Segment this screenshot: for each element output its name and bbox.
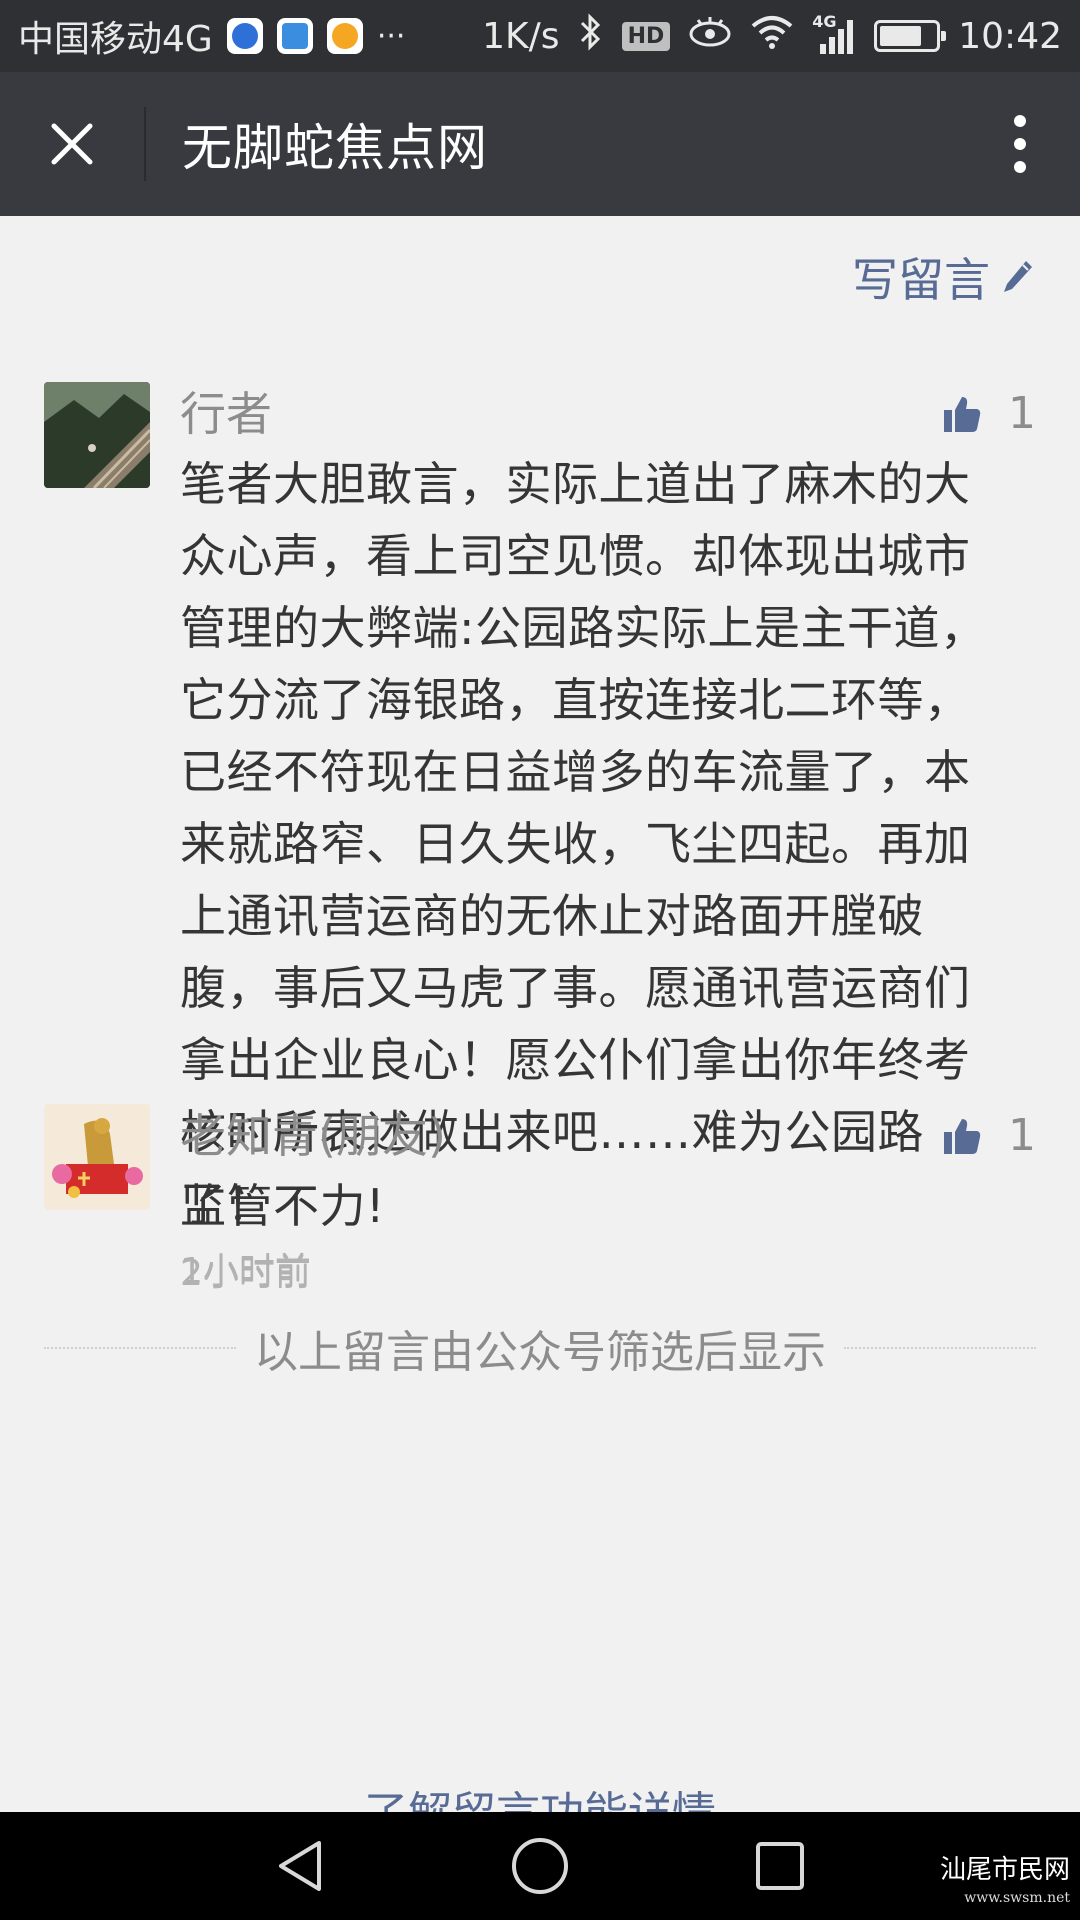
calendar-app-icon xyxy=(276,18,313,54)
bluetooth-icon xyxy=(578,12,604,61)
status-bar: 中国移动4G ··· 1K/s HD 4G 10:42 xyxy=(0,0,1080,72)
hd-badge: HD xyxy=(621,21,671,51)
write-comment-button[interactable]: 写留言 xyxy=(852,244,1036,310)
pencil-icon xyxy=(1004,261,1032,292)
eye-icon xyxy=(688,14,732,59)
like-button[interactable]: 1 xyxy=(942,388,1036,439)
comment-nickname: 行者 xyxy=(180,387,272,441)
navigation-bar: 汕尾市民网 www.swsm.net xyxy=(0,1812,1080,1920)
status-left: 中国移动4G ··· xyxy=(18,10,405,62)
watermark-url: www.swsm.net xyxy=(964,1890,1070,1906)
back-button[interactable] xyxy=(180,1812,420,1920)
filter-note: 以上留言由公众号筛选后显示 xyxy=(44,1316,1036,1380)
home-button[interactable] xyxy=(420,1812,660,1920)
comments-page: 写留言 行者 笔者大胆敢言，实际上道出了麻木的大众心声，看上司空见惯。却体现出城… xyxy=(0,216,1080,1812)
close-icon xyxy=(51,123,93,165)
more-notifications-indicator: ··· xyxy=(376,18,406,54)
filter-note-text: 以上留言由公众号筛选后显示 xyxy=(254,1327,826,1378)
clock: 10:42 xyxy=(958,15,1062,57)
home-icon xyxy=(512,1838,568,1894)
title-divider xyxy=(144,107,146,181)
baidu-app-icon xyxy=(226,18,263,54)
divider xyxy=(844,1347,1036,1349)
recents-icon xyxy=(756,1842,804,1890)
comment-time: 2小时前 xyxy=(180,1253,311,1294)
more-options-button[interactable] xyxy=(960,72,1080,216)
status-right: 1K/s HD 4G 10:42 xyxy=(482,12,1062,61)
battery-level xyxy=(880,26,921,46)
divider xyxy=(44,1347,236,1349)
more-vertical-icon xyxy=(1014,115,1026,173)
close-button[interactable] xyxy=(0,72,144,216)
carrier-label: 中国移动4G xyxy=(18,19,213,60)
title-bar: 无脚蛇焦点网 xyxy=(0,72,1080,216)
comment-text: 监管不力! xyxy=(180,1179,385,1233)
battery-icon xyxy=(874,20,947,52)
network-speed: 1K/s xyxy=(482,15,560,57)
comment-body: 老知青(朋友) 监管不力! 2小时前 xyxy=(180,1104,1000,1302)
watermark: 汕尾市民网 www.swsm.net xyxy=(940,1856,1070,1912)
wifi-icon xyxy=(750,14,794,59)
comment-nickname: 老知青(朋友) xyxy=(180,1109,446,1163)
avatar xyxy=(44,1104,150,1210)
thumbs-up-icon xyxy=(944,396,981,432)
like-button[interactable]: 1 xyxy=(942,1110,1036,1161)
like-count: 1 xyxy=(1008,388,1036,439)
recents-button[interactable] xyxy=(660,1812,900,1920)
watermark-text: 汕尾市民网 xyxy=(939,1855,1070,1885)
uc-browser-icon xyxy=(326,18,363,54)
like-count: 1 xyxy=(1008,1110,1036,1161)
learn-more-link[interactable]: 了解留言功能详情 xyxy=(0,1784,1080,1812)
signal-icon: 4G xyxy=(812,12,856,56)
thumbs-up-icon xyxy=(944,1118,981,1154)
page-title: 无脚蛇焦点网 xyxy=(182,119,488,177)
avatar xyxy=(44,382,150,488)
write-comment-label: 写留言 xyxy=(852,253,990,307)
back-icon xyxy=(279,1841,321,1891)
